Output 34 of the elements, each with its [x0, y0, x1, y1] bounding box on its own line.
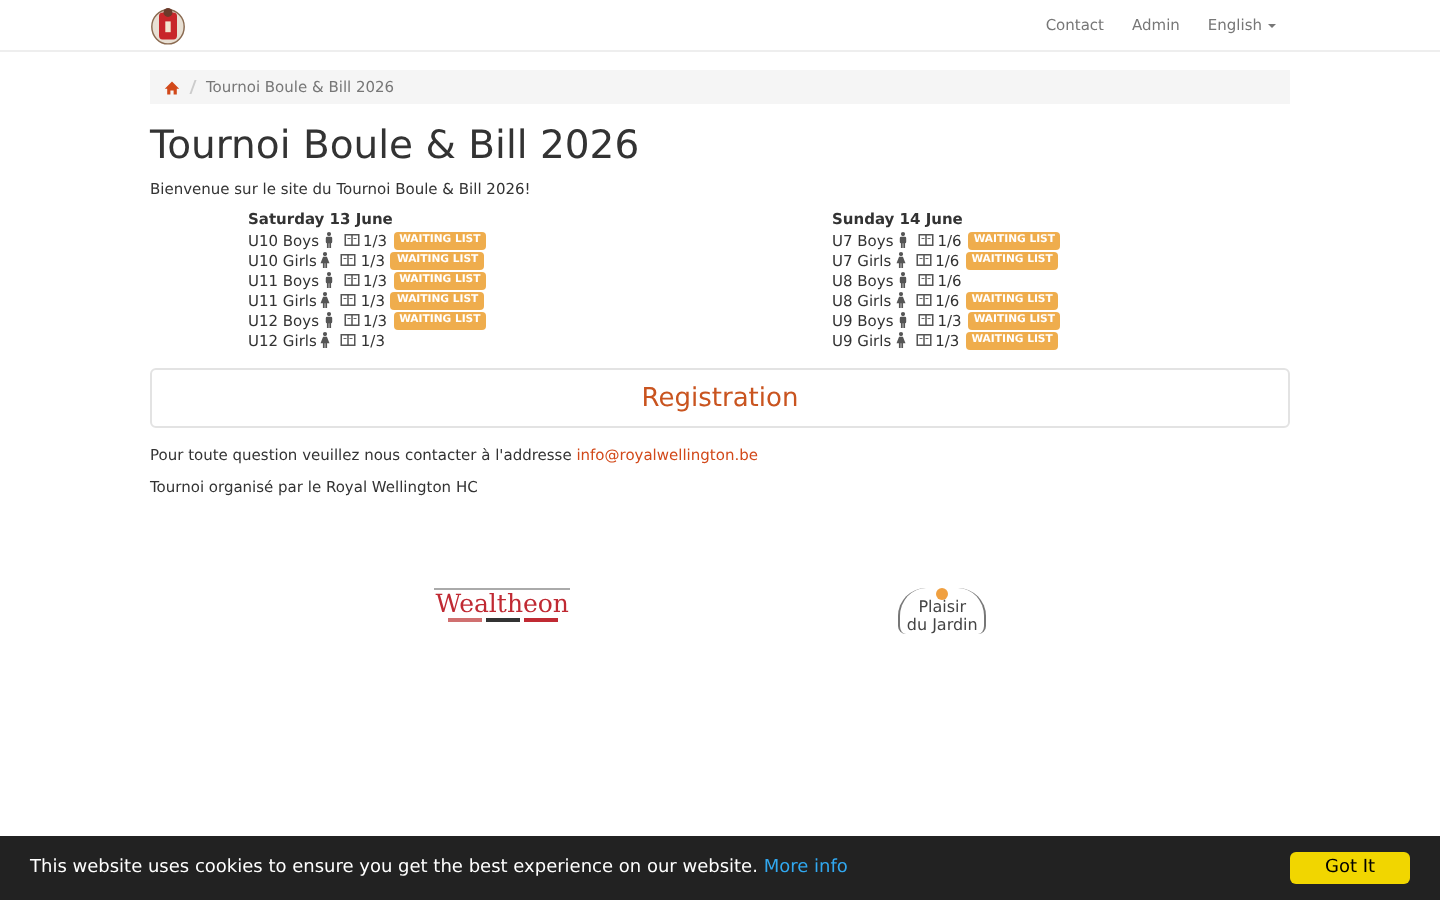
card-icon	[343, 274, 359, 286]
cookie-message: This website uses cookies to ensure you get the best experience on our website. More info	[30, 858, 848, 878]
female-figure-icon	[895, 252, 906, 268]
accept-cookies-button[interactable]: Got It	[1290, 852, 1410, 884]
caret-icon	[1268, 23, 1276, 27]
card-icon	[917, 314, 934, 326]
male-figure-icon	[897, 312, 908, 328]
page-title: Tournoi Boule & Bill 2026	[150, 124, 642, 168]
card-icon	[915, 294, 932, 306]
card-icon	[917, 234, 934, 246]
card-icon	[915, 334, 932, 346]
male-figure-icon	[323, 312, 333, 328]
female-figure-icon	[320, 332, 331, 348]
home-icon[interactable]	[164, 79, 180, 95]
male-figure-icon	[897, 232, 908, 248]
female-figure-icon	[320, 292, 331, 308]
card-icon	[340, 254, 357, 266]
card-icon	[340, 334, 357, 346]
sponsor-logo[interactable]: Plaisir du Jardin	[898, 588, 986, 634]
card-icon	[917, 274, 934, 286]
sponsor-logo[interactable]: Wealtheon	[434, 588, 571, 634]
female-figure-icon	[320, 252, 331, 268]
club-crest-icon[interactable]	[150, 4, 186, 46]
card-icon	[343, 314, 359, 326]
card-icon	[915, 254, 932, 266]
male-figure-icon	[897, 272, 908, 288]
card-icon	[343, 234, 359, 246]
male-figure-icon	[323, 232, 333, 248]
more-info-link[interactable]: More info	[763, 858, 848, 878]
female-figure-icon	[895, 332, 906, 348]
card-icon	[340, 294, 357, 306]
male-figure-icon	[323, 272, 333, 288]
female-figure-icon	[895, 292, 906, 308]
registration-button[interactable]: Registration	[150, 368, 1290, 428]
